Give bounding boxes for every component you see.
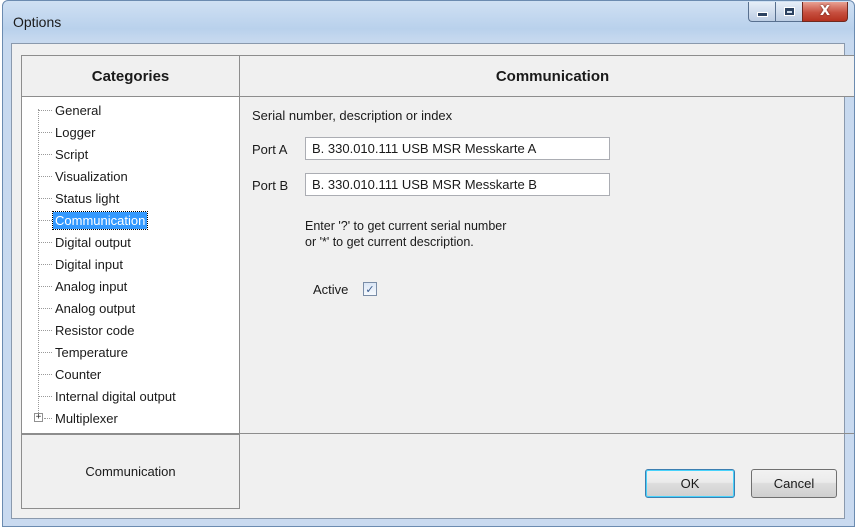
tree-branch (38, 220, 52, 221)
category-tree[interactable]: General Logger Script Visualization Stat… (21, 97, 240, 434)
tree-item-label: Logger (55, 124, 96, 140)
port-b-label: Port B (252, 178, 289, 193)
tree-item-label: Digital input (55, 256, 123, 272)
minimize-icon (756, 12, 768, 17)
ok-button[interactable]: OK (645, 469, 735, 498)
communication-header: Communication (240, 55, 854, 97)
active-label: Active (313, 282, 349, 297)
dialog-client-area: Categories Communication General Logger … (11, 43, 854, 519)
tree-branch (38, 352, 52, 353)
title-bar[interactable]: Options X (3, 1, 854, 43)
selected-category-status: Communication (21, 434, 240, 509)
active-checkbox[interactable]: ✓ (363, 282, 377, 296)
tree-item-label: Analog output (55, 300, 136, 316)
tree-item-label-selected: Communication (51, 210, 149, 230)
tree-branch (38, 374, 52, 375)
tree-branch (38, 154, 52, 155)
maximize-button[interactable] (775, 2, 802, 22)
maximize-icon (783, 7, 795, 16)
tree-branch (38, 110, 52, 111)
communication-panel: Serial number, description or index Port… (240, 97, 854, 434)
port-b-input[interactable] (305, 173, 610, 196)
close-icon: X (819, 4, 831, 19)
tree-item-label: Status light (55, 190, 120, 206)
categories-header: Categories (21, 55, 240, 97)
caption-buttons: X (748, 2, 848, 22)
tree-item-label: Temperature (55, 344, 128, 360)
tree-item-label: General (55, 102, 102, 118)
tree-branch (44, 418, 52, 419)
tree-branch (38, 308, 52, 309)
tree-item-label: Internal digital output (55, 388, 176, 404)
port-a-label: Port A (252, 142, 288, 157)
tree-item-label: Script (55, 146, 89, 162)
port-a-input[interactable] (305, 137, 610, 160)
close-button[interactable]: X (802, 2, 848, 22)
hint-line-2: or '*' to get current description. (305, 235, 474, 249)
hint-line-1: Enter '?' to get current serial number (305, 219, 507, 233)
tree-item-label: Multiplexer (55, 410, 118, 426)
tree-item-label: Counter (55, 366, 102, 382)
expand-icon[interactable]: + (34, 413, 43, 422)
tree-item-label: Digital output (55, 234, 131, 250)
tree-branch (38, 242, 52, 243)
hint-text: Enter '?' to get current serial number o… (305, 218, 506, 250)
tree-branch (38, 396, 52, 397)
tree-item-label: Analog input (55, 278, 128, 294)
tree-branch (38, 132, 52, 133)
tree-item-label: Resistor code (55, 322, 135, 338)
tree-branch (38, 330, 52, 331)
minimize-button[interactable] (748, 2, 775, 22)
tree-branch (38, 264, 52, 265)
serial-number-label: Serial number, description or index (252, 108, 453, 123)
tree-branch (38, 286, 52, 287)
tree-branch (38, 198, 52, 199)
tree-item-label: Visualization (55, 168, 128, 184)
options-window: Options X Categories Communication Gener… (2, 0, 855, 527)
tree-branch (38, 176, 52, 177)
checkmark-icon: ✓ (365, 282, 375, 296)
window-title: Options (13, 14, 62, 30)
cancel-button[interactable]: Cancel (751, 469, 837, 498)
